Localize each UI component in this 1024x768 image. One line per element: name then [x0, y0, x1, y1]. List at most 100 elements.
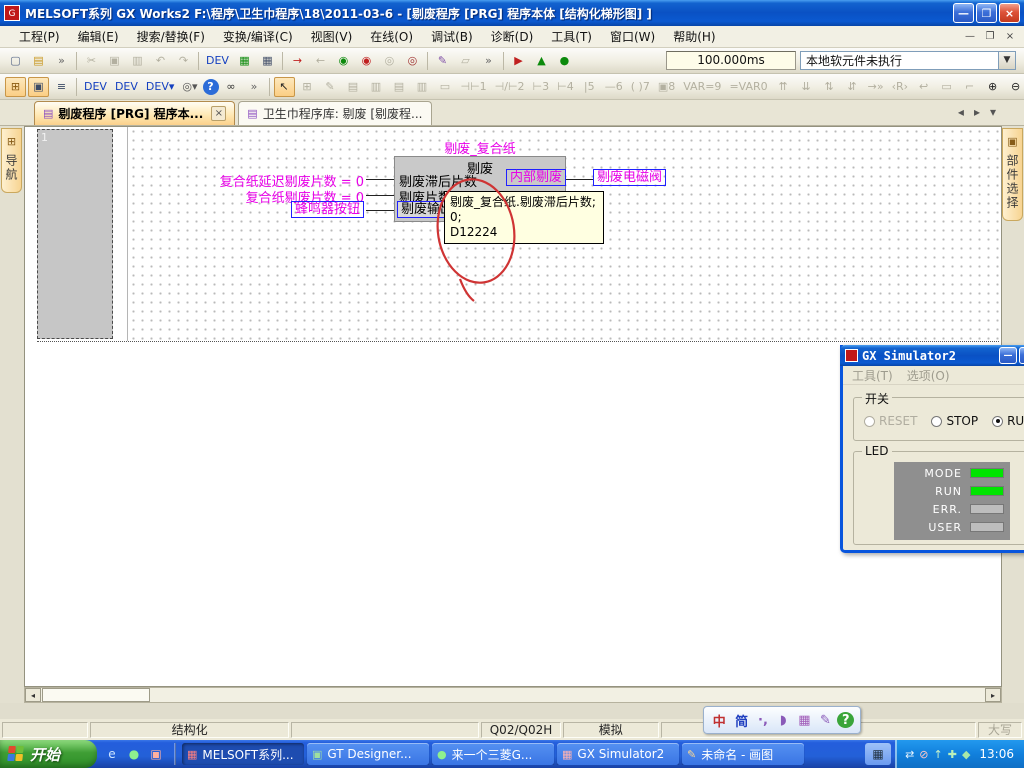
- input-variable-icon[interactable]: VAR=9: [680, 77, 724, 97]
- scroll-left-icon[interactable]: ◂: [25, 688, 41, 702]
- menu-item[interactable]: 工程(P): [10, 26, 69, 47]
- closed-contact-icon[interactable]: ⊣/⊢2: [492, 77, 528, 97]
- ime-chinese-icon[interactable]: 中: [710, 710, 729, 730]
- ime-punctuation-icon[interactable]: ·,: [754, 710, 771, 730]
- update-status-icon[interactable]: ↑: [934, 748, 943, 761]
- navigation-panel-tab[interactable]: ⊞ 导航: [1, 128, 22, 193]
- solidworks-icon[interactable]: ▣: [147, 745, 165, 763]
- write-to-plc-icon[interactable]: →: [287, 51, 308, 71]
- undo-icon[interactable]: ↶: [150, 51, 171, 71]
- zoom-in-icon[interactable]: ⊕: [982, 77, 1003, 97]
- monitor-start-icon[interactable]: ◉: [333, 51, 354, 71]
- rung-selection-margin[interactable]: 1: [37, 129, 113, 339]
- closed-branch-icon[interactable]: ⊢4: [554, 77, 577, 97]
- ie-icon[interactable]: e: [103, 745, 121, 763]
- connect-line-icon[interactable]: ⌐: [959, 77, 980, 97]
- menu-item[interactable]: 在线(O): [361, 26, 422, 47]
- input-operand-selected[interactable]: 蜂鸣器按钮: [291, 201, 364, 218]
- comment-box-icon[interactable]: ▭: [435, 77, 456, 97]
- statement-edit-icon[interactable]: ✎: [432, 51, 453, 71]
- toolbar-overflow-icon[interactable]: »: [244, 77, 265, 97]
- rising-pulse-icon[interactable]: ⇈: [773, 77, 794, 97]
- falling-pulse-icon[interactable]: ⇊: [796, 77, 817, 97]
- note-edit-icon[interactable]: ▱: [455, 51, 476, 71]
- tab-scroll-left-icon[interactable]: ◂: [958, 105, 964, 119]
- radio-button-icon[interactable]: [931, 416, 942, 427]
- scroll-right-icon[interactable]: ▸: [985, 688, 1001, 702]
- watch-stop-icon[interactable]: ◎: [402, 51, 423, 71]
- menu-item[interactable]: 搜索/替换(F): [128, 26, 214, 47]
- open-contact-icon[interactable]: ⊣⊢1: [458, 77, 490, 97]
- menu-item[interactable]: 调试(B): [422, 26, 482, 47]
- restore-button[interactable]: ❐: [976, 3, 997, 23]
- simulator-maximize-button[interactable]: □: [1019, 347, 1024, 364]
- switch-radio[interactable]: RESET: [864, 414, 917, 428]
- task-button[interactable]: ▦ MELSOFT系列...: [182, 743, 304, 765]
- fb-instance-label[interactable]: 剔废_复合纸: [394, 138, 566, 157]
- mdi-restore-button[interactable]: ❐: [982, 31, 998, 42]
- radio-button-icon[interactable]: [864, 416, 875, 427]
- fb-output-pin[interactable]: 内部剔废: [506, 169, 566, 186]
- device-monitor-icon[interactable]: ▦: [234, 51, 255, 71]
- read-from-plc-icon[interactable]: ←: [310, 51, 331, 71]
- cross-reference-icon[interactable]: ∞: [221, 77, 242, 97]
- vertical-line-icon[interactable]: |5: [579, 77, 600, 97]
- device-memory-icon[interactable]: ▦: [257, 51, 278, 71]
- toolbar-overflow-icon[interactable]: »: [51, 51, 72, 71]
- switch-radio[interactable]: RUN: [992, 414, 1024, 428]
- blocked-status-icon[interactable]: ⊘: [919, 748, 928, 761]
- security-plus-icon[interactable]: ✚: [948, 748, 957, 761]
- select-mode-icon[interactable]: ↖: [274, 77, 295, 97]
- ime-tools-icon[interactable]: ✎: [817, 710, 834, 730]
- output-operand[interactable]: 剔废电磁阀: [593, 169, 666, 186]
- wrap-line-icon[interactable]: ↩: [913, 77, 934, 97]
- guided-edit-icon[interactable]: ✎: [320, 77, 341, 97]
- cut-icon[interactable]: ✂: [81, 51, 102, 71]
- scrollbar-track[interactable]: [150, 688, 985, 702]
- open-project-icon[interactable]: ▤: [28, 51, 49, 71]
- ime-keyboard-icon[interactable]: ▦: [795, 710, 813, 730]
- network-status-icon[interactable]: ⇄: [905, 748, 914, 761]
- monitor-stop-icon[interactable]: ◉: [356, 51, 377, 71]
- menu-item[interactable]: 变换/编译(C): [214, 26, 302, 47]
- radio-button-icon[interactable]: [992, 416, 1003, 427]
- interlock-edit-icon[interactable]: ⊞: [297, 77, 318, 97]
- tab-list-icon[interactable]: ▾: [990, 105, 996, 119]
- ime-help-icon[interactable]: ?: [837, 712, 854, 728]
- device-display-icon[interactable]: DEV▾: [143, 77, 177, 97]
- taskbar-clock[interactable]: 13:06: [979, 747, 1014, 761]
- function-block-icon[interactable]: ▣8: [655, 77, 678, 97]
- falling-pulse-branch-icon[interactable]: ⇵: [842, 77, 863, 97]
- toolbar-overflow-icon[interactable]: »: [478, 51, 499, 71]
- task-button[interactable]: ✎ 未命名 - 画图: [682, 743, 804, 765]
- device-table-icon[interactable]: DEV: [112, 77, 141, 97]
- open-branch-icon[interactable]: ⊢3: [530, 77, 553, 97]
- start-button[interactable]: 开始: [0, 740, 97, 768]
- scrollbar-thumb[interactable]: [42, 688, 150, 702]
- tab-scroll-right-icon[interactable]: ▸: [974, 105, 980, 119]
- menu-item[interactable]: 窗口(W): [601, 26, 664, 47]
- simulator-menu-item[interactable]: 选项(O): [902, 367, 955, 384]
- watch-start-icon[interactable]: ◎: [379, 51, 400, 71]
- device-find-icon[interactable]: DEV: [81, 77, 110, 97]
- menu-item[interactable]: 视图(V): [302, 26, 362, 47]
- new-project-icon[interactable]: ▢: [5, 51, 26, 71]
- rung-insert-icon[interactable]: ▤: [343, 77, 364, 97]
- tab-close-icon[interactable]: ×: [211, 106, 226, 121]
- simulation-start-icon[interactable]: ▶: [508, 51, 529, 71]
- close-button[interactable]: ×: [999, 3, 1020, 23]
- simulator-menu-item[interactable]: 工具(T): [847, 367, 898, 384]
- task-button[interactable]: ▣ GT Designer...: [307, 743, 429, 765]
- coil-icon[interactable]: ( )7: [628, 77, 653, 97]
- exec-status-dropdown[interactable]: 本地软元件未执行 ▼: [800, 51, 1016, 70]
- keyboard-layout-button[interactable]: ▦: [865, 743, 891, 765]
- document-tab[interactable]: ▤ 卫生巾程序库: 剔废 [剔废程...: [238, 101, 431, 125]
- return-icon[interactable]: ‹R›: [889, 77, 911, 97]
- redo-icon[interactable]: ↷: [173, 51, 194, 71]
- rung-append-icon[interactable]: ▥: [366, 77, 387, 97]
- device-comment-icon[interactable]: DEV: [203, 51, 232, 71]
- menu-item[interactable]: 工具(T): [542, 26, 601, 47]
- output-window-icon[interactable]: ≡: [51, 77, 72, 97]
- dropdown-arrow-icon[interactable]: ▼: [998, 52, 1015, 69]
- column-delete-icon[interactable]: ▥: [412, 77, 433, 97]
